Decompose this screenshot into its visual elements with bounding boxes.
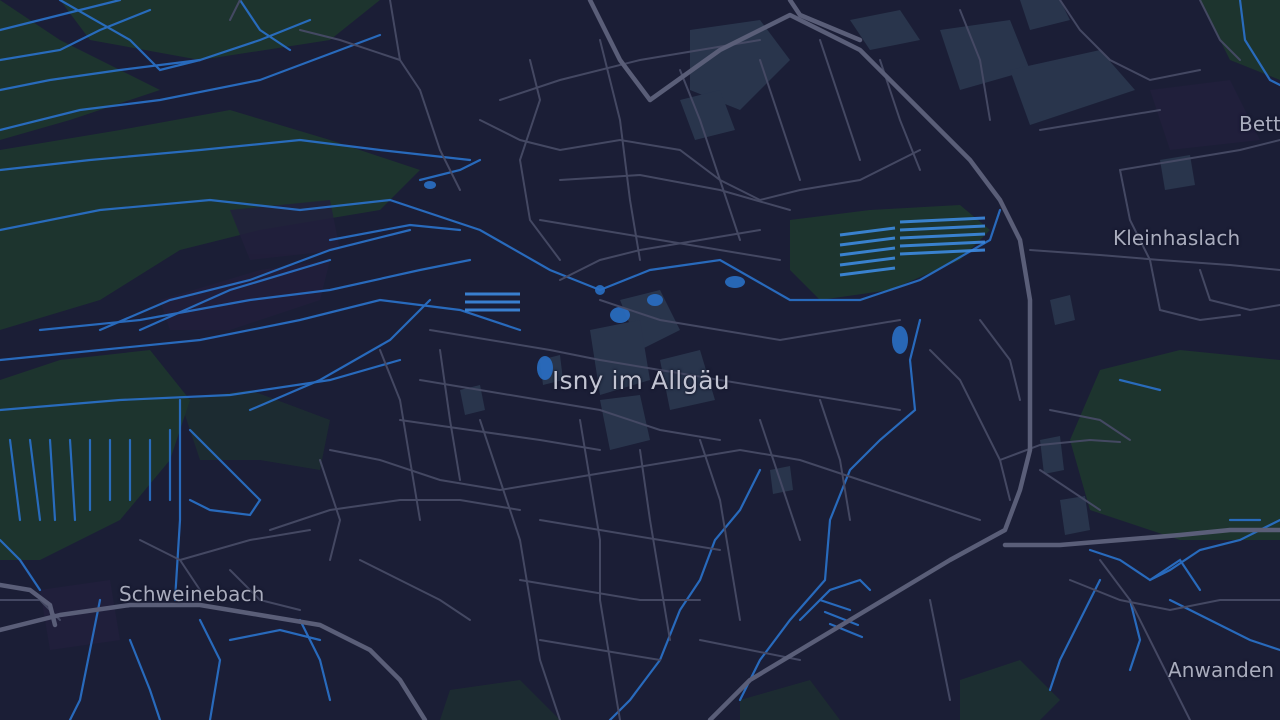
map-canvas[interactable]: Isny im Allgäu Kleinhaslach Schweinebach…	[0, 0, 1280, 720]
place-label-isny[interactable]: Isny im Allgäu	[552, 366, 730, 395]
place-label-bett[interactable]: Bett	[1239, 112, 1280, 136]
map-base-layer	[0, 0, 1280, 720]
place-label-kleinhaslach[interactable]: Kleinhaslach	[1113, 226, 1240, 250]
place-label-schweinebach[interactable]: Schweinebach	[119, 582, 264, 606]
place-label-anwanden[interactable]: Anwanden	[1168, 658, 1274, 682]
